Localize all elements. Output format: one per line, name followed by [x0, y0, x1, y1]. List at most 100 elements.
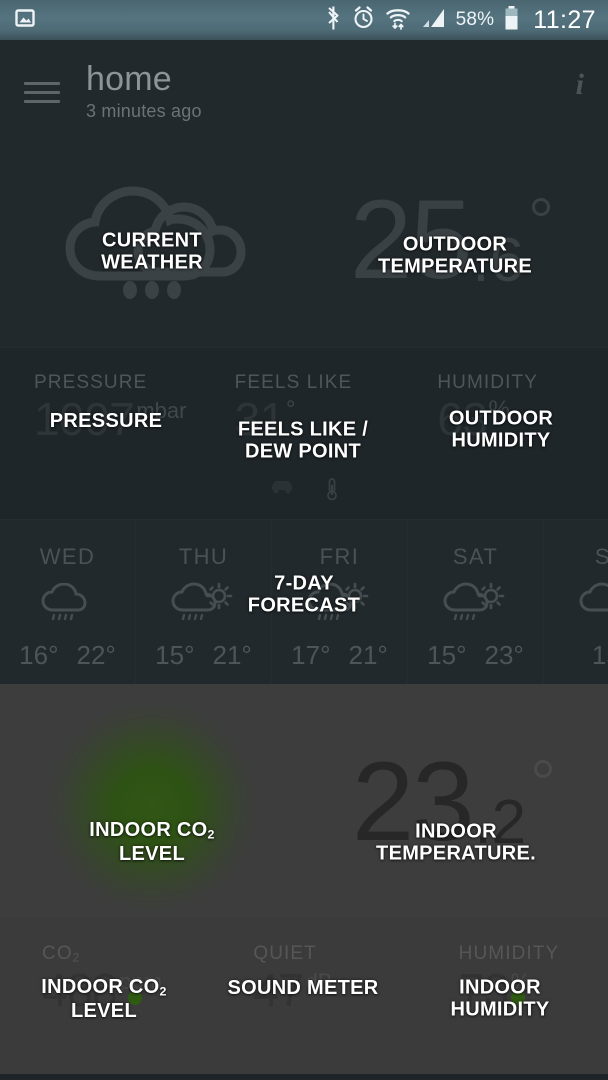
outdoor-humidity-unit: %	[488, 396, 510, 423]
outdoor-hero-row: 25 .6	[0, 132, 608, 347]
co2-tile[interactable]: CO2 488 ppm	[0, 919, 191, 1074]
forecast-day-column[interactable]: THU 15° 21°	[136, 520, 272, 684]
signal-icon	[421, 6, 446, 34]
outdoor-humidity-value-row: 63 %	[437, 396, 608, 442]
feels-like-value-row: 31 °	[235, 396, 406, 442]
alarm-icon	[352, 5, 375, 35]
forecast-day-label: WED	[39, 544, 96, 569]
co2-status-dot	[128, 991, 142, 1005]
co2-value: 488	[42, 964, 118, 1016]
indoor-humidity-unit: %	[510, 969, 531, 994]
forecast-low: 16°	[19, 640, 59, 670]
wifi-icon	[385, 5, 411, 36]
forecast-row[interactable]: WED 16° 22° THU 15° 21° FRI 17° 21° SAT …	[0, 519, 608, 684]
indoor-humidity-label: HUMIDITY	[458, 943, 560, 964]
sound-value: 47	[253, 964, 304, 1016]
indoor-humidity-value-row: 73 %	[459, 967, 608, 1013]
app-header: home 3 minutes ago i	[0, 40, 608, 132]
sound-meter-tile[interactable]: QUIET 47 dB	[191, 919, 526, 1074]
sound-unit: dB	[305, 969, 333, 994]
forecast-temps: 15° 21°	[155, 640, 252, 671]
co2-label: CO2	[42, 943, 81, 965]
status-bar-clock: 11:27	[533, 5, 596, 34]
outdoor-temperature-tile[interactable]: 25 .6	[304, 132, 608, 347]
indoor-hero-row: 23 .2	[0, 684, 608, 922]
forecast-day-column[interactable]: FRI 17° 21°	[272, 520, 408, 684]
indoor-co2-tile[interactable]	[0, 684, 304, 922]
thermometer-icon[interactable]	[325, 477, 339, 501]
pressure-unit: mbar	[136, 398, 187, 423]
last-updated-label: 3 minutes ago	[86, 100, 202, 121]
hamburger-line	[24, 99, 60, 103]
indoor-humidity-tile[interactable]: HUMIDITY 73 %	[403, 919, 608, 1074]
forecast-low: 15°	[591, 640, 608, 670]
indoor-humidity-value: 73	[458, 964, 510, 1016]
sun-cloud-rain-icon	[441, 582, 511, 626]
forecast-day-column[interactable]: SU 15°	[544, 520, 608, 684]
sun-cloud-rain-icon	[577, 582, 608, 626]
indoor-temp-fraction: .2	[474, 787, 527, 857]
hamburger-line	[24, 81, 60, 85]
bluetooth-icon	[325, 5, 342, 36]
page-title: home	[86, 60, 172, 98]
outdoor-humidity-label: HUMIDITY	[437, 372, 538, 393]
rain-cloud-icon	[37, 582, 99, 626]
battery-percent-label: 58%	[455, 9, 495, 30]
sun-cloud-rain-icon	[305, 582, 375, 626]
co2-subscript: 2	[72, 951, 81, 965]
forecast-low: 17°	[291, 640, 331, 670]
co2-unit: ppm	[119, 969, 163, 994]
feels-like-label: FEELS LIKE	[234, 372, 353, 393]
forecast-day-label: SU	[595, 544, 608, 570]
forecast-low: 15°	[427, 640, 467, 670]
status-bar-right-icons: 58% 11:27	[325, 5, 596, 36]
indoor-section: 23 .2 CO2 488 ppm QUIET 47 dB HUMIDITY 7…	[0, 684, 608, 1074]
feels-like-degree: °	[285, 396, 296, 423]
forecast-temps: 17° 21°	[291, 640, 388, 671]
green-glow-indicator	[37, 691, 267, 922]
rain-cloud-icon	[52, 180, 252, 300]
indoor-temperature-value: 23 .2	[351, 738, 553, 864]
current-weather-tile[interactable]	[0, 132, 304, 347]
forecast-high: 23°	[484, 640, 524, 670]
forecast-day-label: FRI	[319, 544, 360, 569]
sound-value-row: 47 dB	[253, 967, 402, 1013]
forecast-high: 22°	[76, 640, 116, 670]
pressure-value: 1007	[34, 393, 135, 445]
forecast-day-label: THU	[178, 544, 229, 569]
battery-icon	[504, 5, 519, 36]
indoor-temperature-tile[interactable]: 23 .2	[304, 684, 608, 919]
indoor-stats-row: CO2 488 ppm QUIET 47 dB HUMIDITY 73 %	[0, 919, 608, 1074]
degree-symbol-icon	[534, 759, 553, 778]
page-indicator	[0, 477, 608, 501]
pressure-value-row: 1007 mbar	[34, 396, 205, 442]
android-status-bar: 58% 11:27	[0, 0, 608, 44]
outdoor-temp-fraction: .6	[472, 225, 525, 295]
feels-like-value: 31	[234, 393, 286, 445]
hamburger-menu-icon[interactable]	[24, 72, 64, 112]
status-bar-left-icons	[14, 7, 325, 34]
forecast-temps: 15° 23°	[427, 640, 524, 671]
forecast-high: 21°	[212, 640, 252, 670]
forecast-day-column[interactable]: SAT 15° 23°	[408, 520, 544, 684]
hamburger-line	[24, 90, 60, 94]
image-icon	[14, 7, 36, 34]
outdoor-humidity-value: 63	[437, 393, 488, 445]
forecast-day-column[interactable]: WED 16° 22°	[0, 520, 136, 684]
outdoor-stats-row: PRESSURE 1007 mbar FEELS LIKE 31 ° HUMID…	[0, 347, 608, 519]
outdoor-temp-whole: 25	[349, 176, 473, 302]
pressure-label: PRESSURE	[34, 372, 148, 393]
co2-value-row: 488 ppm	[42, 967, 191, 1013]
forecast-temps: 16° 22°	[19, 640, 116, 671]
degree-symbol-icon	[532, 197, 551, 216]
app-root: 58% 11:27 home 3 minutes ago i 25 .6 PRE…	[0, 0, 608, 1080]
forecast-day-label: SAT	[452, 544, 499, 569]
car-icon[interactable]	[269, 477, 295, 501]
header-title-group: home 3 minutes ago	[86, 60, 202, 122]
forecast-low: 15°	[155, 640, 195, 670]
sound-level-label: QUIET	[253, 943, 317, 964]
forecast-temps: 15°	[592, 640, 608, 671]
info-icon[interactable]: i	[576, 70, 584, 100]
forecast-high: 21°	[348, 640, 388, 670]
indoor-temp-whole: 23	[351, 738, 475, 864]
